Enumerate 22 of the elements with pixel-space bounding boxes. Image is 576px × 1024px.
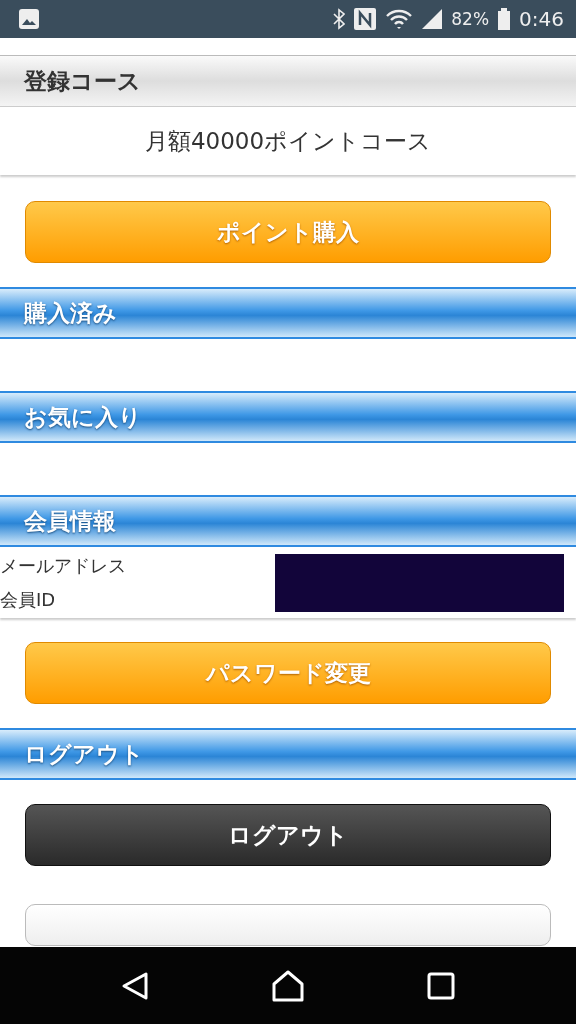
battery-percent: 82% xyxy=(451,9,490,29)
wifi-icon xyxy=(385,8,414,30)
section-title: 会員情報 xyxy=(24,506,116,536)
recents-icon[interactable] xyxy=(427,971,455,1000)
action-button[interactable]: パスワード変更 xyxy=(25,642,551,704)
back-icon[interactable] xyxy=(121,970,149,1001)
course-name: 月額40000ポイントコース xyxy=(144,126,432,156)
section-title: 登録コース xyxy=(24,66,141,96)
image-icon xyxy=(18,8,40,30)
battery-icon xyxy=(497,7,512,31)
section-title: ログアウト xyxy=(24,739,144,769)
info-label: メールアドレス xyxy=(0,553,126,578)
bluetooth-icon xyxy=(333,8,346,30)
clock: 0:46 xyxy=(519,7,564,31)
action-button[interactable]: ログアウト xyxy=(25,804,551,866)
info-label: 会員ID xyxy=(0,587,57,612)
home-icon[interactable] xyxy=(271,969,305,1002)
section-title: お気に入り xyxy=(24,402,142,432)
action-button[interactable]: ポイント購入 xyxy=(25,201,551,263)
section-title: 購入済み xyxy=(24,298,117,328)
signal-icon xyxy=(421,8,444,30)
nfc-icon xyxy=(353,7,378,31)
